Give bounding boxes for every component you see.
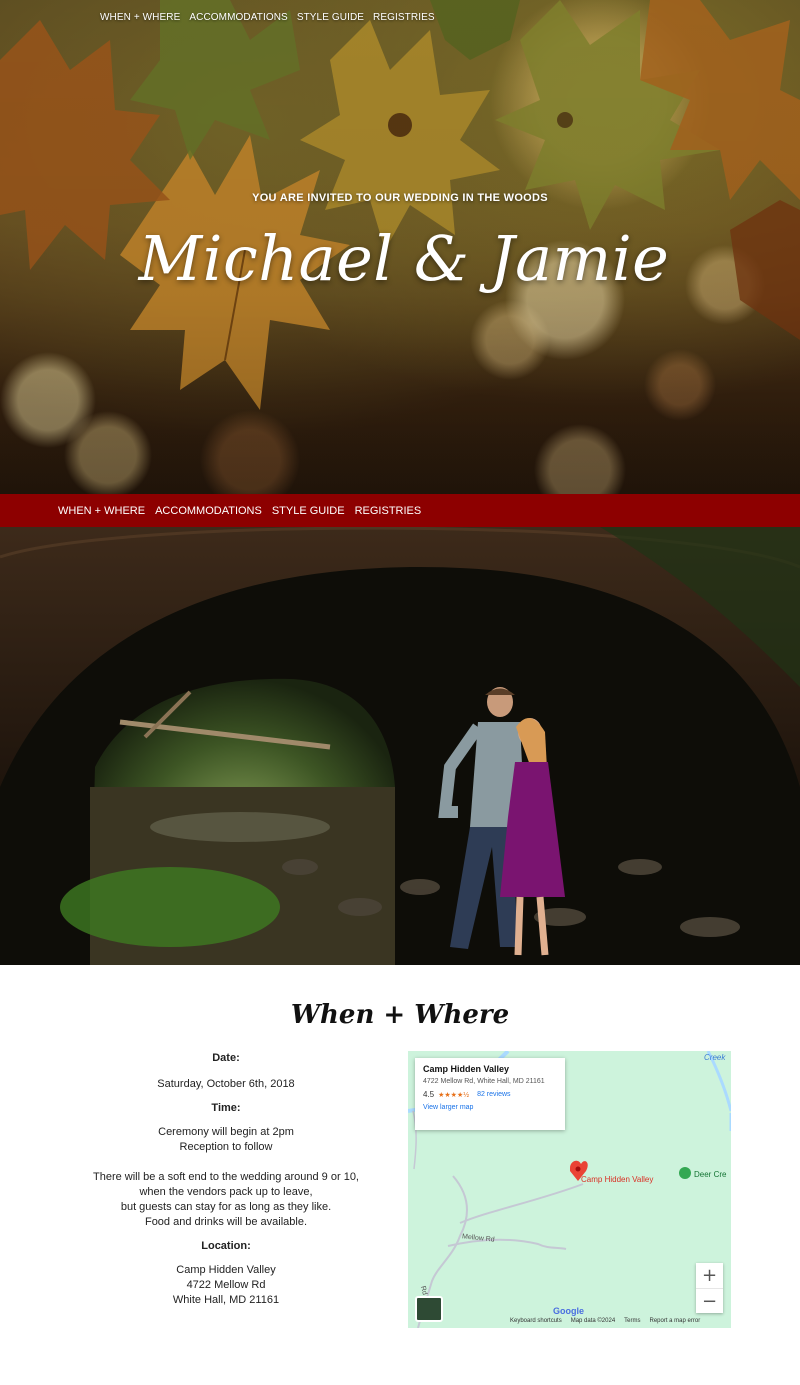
date-label: Date: — [212, 1052, 240, 1064]
hero-banner: WHEN + WHERE ACCOMMODATIONS STYLE GUIDE … — [0, 0, 800, 494]
nav-style-guide[interactable]: STYLE GUIDE — [272, 505, 345, 517]
creek-label: Creek — [704, 1053, 726, 1062]
hero-couple-names: Michael & Jamie — [138, 222, 670, 295]
location-line: White Hall, MD 21161 — [172, 1294, 280, 1306]
note-line: There will be a soft end to the wedding … — [92, 1171, 359, 1183]
zoom-out-button[interactable]: − — [696, 1288, 723, 1313]
location-line: Camp Hidden Valley — [176, 1264, 276, 1276]
date-value: Saturday, October 6th, 2018 — [157, 1078, 295, 1090]
top-nav-registries[interactable]: REGISTRIES — [373, 12, 435, 23]
poi-label[interactable]: Deer Cre — [694, 1170, 726, 1179]
location-line: 4722 Mellow Rd — [186, 1279, 266, 1291]
top-nav-style-guide[interactable]: STYLE GUIDE — [297, 12, 364, 23]
map-footer: Keyboard shortcuts Map data ©2024 Terms … — [510, 1318, 700, 1324]
keyboard-shortcuts-link[interactable]: Keyboard shortcuts — [510, 1318, 562, 1324]
google-logo: Google — [553, 1306, 584, 1316]
rating-value: 4.5 — [423, 1090, 435, 1099]
time-label: Time: — [211, 1102, 241, 1114]
note-line: when the vendors pack up to leave, — [139, 1186, 313, 1198]
bridge-couple-illustration — [0, 527, 800, 965]
note-line: but guests can stay for as long as they … — [120, 1201, 332, 1213]
rating-stars-icon: ★★★★½ — [438, 1091, 470, 1099]
map-place-card: Camp Hidden Valley 4722 Mellow Rd, White… — [415, 1058, 565, 1130]
top-nav-accommodations[interactable]: ACCOMMODATIONS — [189, 12, 287, 23]
zoom-controls: + − — [696, 1263, 723, 1313]
report-map-error-link[interactable]: Report a map error — [650, 1318, 701, 1324]
place-address: 4722 Mellow Rd, White Hall, MD 21161 — [423, 1078, 545, 1085]
reviews-link[interactable]: 82 reviews — [477, 1091, 510, 1098]
nav-registries[interactable]: REGISTRIES — [355, 505, 422, 517]
time-line: Reception to follow — [179, 1141, 273, 1153]
view-larger-map-link[interactable]: View larger map — [423, 1104, 557, 1111]
time-line: Ceremony will begin at 2pm — [158, 1126, 294, 1138]
note-line: Food and drinks will be available. — [144, 1216, 308, 1228]
embedded-map[interactable]: Creek Camp Hidden Valley Deer Cre Mellow… — [408, 1051, 731, 1328]
place-name: Camp Hidden Valley — [423, 1064, 510, 1074]
main-nav-bar: WHEN + WHERE ACCOMMODATIONS STYLE GUIDE … — [0, 494, 800, 527]
top-nav-when-where[interactable]: WHEN + WHERE — [100, 12, 180, 23]
event-details: Date: Saturday, October 6th, 2018 Time: … — [86, 1052, 366, 1308]
nav-accommodations[interactable]: ACCOMMODATIONS — [155, 505, 262, 517]
map-data-text: Map data ©2024 — [570, 1318, 616, 1324]
hero-invite-text: YOU ARE INVITED TO OUR WEDDING IN THE WO… — [252, 192, 548, 204]
nav-when-where[interactable]: WHEN + WHERE — [58, 505, 145, 517]
place-rating: 4.5 ★★★★½ 82 reviews — [423, 1090, 557, 1099]
map-pin-label[interactable]: Camp Hidden Valley — [581, 1175, 653, 1184]
zoom-in-button[interactable]: + — [696, 1263, 723, 1288]
location-label: Location: — [201, 1240, 251, 1252]
when-where-heading: When + Where — [290, 1000, 510, 1030]
top-nav: WHEN + WHERE ACCOMMODATIONS STYLE GUIDE … — [100, 12, 435, 23]
terms-link[interactable]: Terms — [624, 1318, 640, 1324]
engagement-photo — [0, 527, 800, 965]
